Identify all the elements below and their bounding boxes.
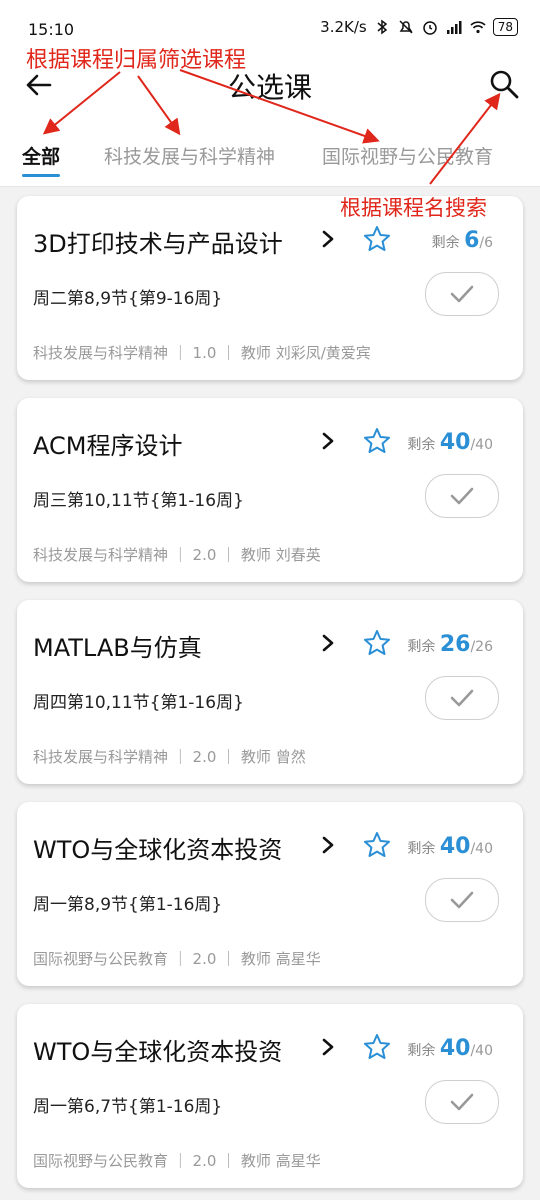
alarm-icon <box>422 21 437 35</box>
course-card[interactable]: 3D打印技术与产品设计 剩余 6/6 周二第8,9节{第9-16周} 科技发展与… <box>17 196 523 380</box>
mute-bell-icon <box>399 20 413 34</box>
network-speed: 3.2K/s <box>320 18 367 36</box>
remaining-seats: 剩余 26/26 <box>407 632 493 657</box>
course-card[interactable]: WTO与全球化资本投资 剩余 40/40 周一第8,9节{第1-16周} 国际视… <box>17 802 523 986</box>
course-meta: 国际视野与公民教育 ｜ 2.0 ｜ 教师 高星华 <box>33 1152 321 1170</box>
select-button[interactable] <box>425 676 499 720</box>
select-button[interactable] <box>425 1080 499 1124</box>
chevron-right-icon[interactable] <box>317 632 339 654</box>
course-name: WTO与全球化资本投资 <box>33 836 283 864</box>
check-icon <box>450 891 474 909</box>
remaining-seats: 剩余 40/40 <box>407 1036 493 1061</box>
remaining-seats: 剩余 40/40 <box>407 430 493 455</box>
course-name: ACM程序设计 <box>33 432 183 460</box>
star-icon[interactable] <box>362 1032 392 1062</box>
check-icon <box>450 285 474 303</box>
status-icons: 3.2K/s 78 <box>320 18 518 36</box>
annotation-filter: 根据课程归属筛选课程 <box>26 48 247 73</box>
course-meta: 科技发展与科学精神 ｜ 1.0 ｜ 教师 刘彩凤/黄爱宾 <box>33 344 371 362</box>
star-icon[interactable] <box>362 830 392 860</box>
star-icon[interactable] <box>362 224 392 254</box>
category-tabs: 全部 科技发展与科学精神 国际视野与公民教育 <box>0 136 540 186</box>
course-card[interactable]: MATLAB与仿真 剩余 26/26 周四第10,11节{第1-16周} 科技发… <box>17 600 523 784</box>
bluetooth-icon <box>377 19 387 35</box>
search-icon[interactable] <box>486 66 522 102</box>
check-icon <box>450 487 474 505</box>
course-name: WTO与全球化资本投资 <box>33 1038 283 1066</box>
tab-science[interactable]: 科技发展与科学精神 <box>104 142 275 169</box>
tab-all[interactable]: 全部 <box>22 142 60 169</box>
course-card[interactable]: ACM程序设计 剩余 40/40 周三第10,11节{第1-16周} 科技发展与… <box>17 398 523 582</box>
chevron-right-icon[interactable] <box>317 228 339 250</box>
star-icon[interactable] <box>362 628 392 658</box>
select-button[interactable] <box>425 878 499 922</box>
remaining-seats: 剩余 40/40 <box>407 834 493 859</box>
select-button[interactable] <box>425 272 499 316</box>
remaining-seats: 剩余 6/6 <box>431 228 493 253</box>
star-icon[interactable] <box>362 426 392 456</box>
status-time: 15:10 <box>28 20 75 39</box>
signal-icon <box>446 21 462 34</box>
course-schedule: 周二第8,9节{第9-16周} <box>33 289 223 309</box>
chevron-right-icon[interactable] <box>317 1036 339 1058</box>
course-name: 3D打印技术与产品设计 <box>33 230 283 258</box>
check-icon <box>450 1093 474 1111</box>
select-button[interactable] <box>425 474 499 518</box>
course-schedule: 周一第8,9节{第1-16周} <box>33 895 223 915</box>
course-meta: 国际视野与公民教育 ｜ 2.0 ｜ 教师 高星华 <box>33 950 321 968</box>
tab-underline <box>22 174 60 177</box>
course-meta: 科技发展与科学精神 ｜ 2.0 ｜ 教师 刘春英 <box>33 546 321 564</box>
course-schedule: 周四第10,11节{第1-16周} <box>33 693 244 713</box>
battery-icon: 78 <box>492 18 518 36</box>
chevron-right-icon[interactable] <box>317 834 339 856</box>
top-bar: 15:10 3.2K/s 78 公选课 全部 科技发展与科学精神 国际视野与公民… <box>0 0 540 186</box>
annotation-search: 根据课程名搜索 <box>340 196 487 220</box>
course-card[interactable]: WTO与全球化资本投资 剩余 40/40 周一第6,7节{第1-16周} 国际视… <box>17 1004 523 1188</box>
course-meta: 科技发展与科学精神 ｜ 2.0 ｜ 教师 曾然 <box>33 748 306 766</box>
check-icon <box>450 689 474 707</box>
wifi-icon <box>470 21 486 34</box>
course-schedule: 周三第10,11节{第1-16周} <box>33 491 244 511</box>
course-name: MATLAB与仿真 <box>33 634 202 662</box>
tab-international[interactable]: 国际视野与公民教育 <box>322 142 493 169</box>
chevron-right-icon[interactable] <box>317 430 339 452</box>
tabs-divider <box>0 186 540 187</box>
course-schedule: 周一第6,7节{第1-16周} <box>33 1097 223 1117</box>
